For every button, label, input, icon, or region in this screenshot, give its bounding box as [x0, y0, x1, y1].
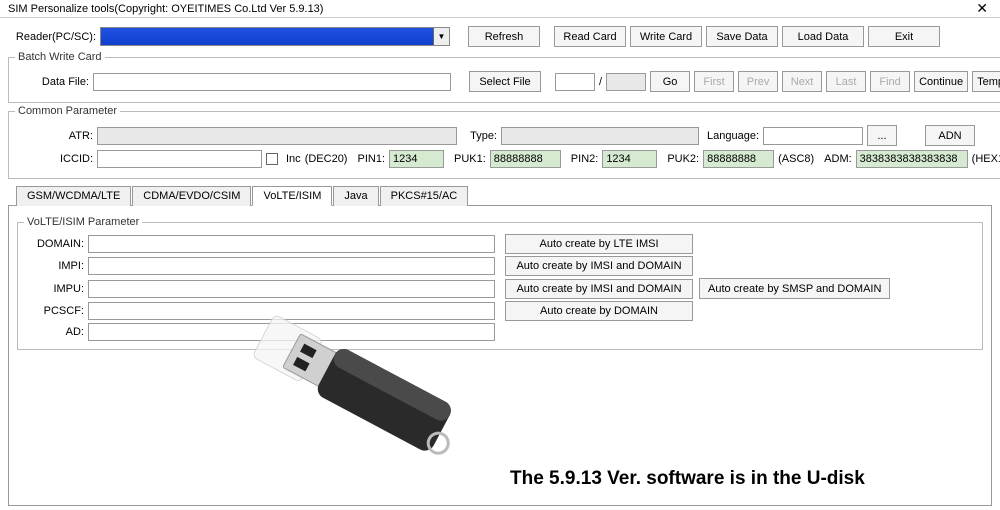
auto-domain-button[interactable]: Auto create by DOMAIN — [505, 301, 693, 321]
tab-gsm[interactable]: GSM/WCDMA/LTE — [16, 186, 131, 206]
type-label: Type: — [461, 130, 497, 142]
template-button[interactable]: Template — [972, 71, 1000, 92]
tab-bar: GSM/WCDMA/LTE CDMA/EVDO/CSIM VoLTE/ISIM … — [8, 185, 992, 206]
first-button[interactable]: First — [694, 71, 734, 92]
impi-label: IMPI: — [24, 260, 84, 272]
adm-input[interactable] — [856, 150, 968, 168]
ad-label: AD: — [24, 326, 84, 338]
write-card-button[interactable]: Write Card — [630, 26, 702, 47]
dropdown-arrow-icon[interactable]: ▼ — [433, 28, 449, 45]
load-data-button[interactable]: Load Data — [782, 26, 864, 47]
batch-legend: Batch Write Card — [15, 51, 105, 63]
volte-legend: VoLTE/ISIM Parameter — [24, 216, 142, 228]
inc-label: Inc — [286, 153, 301, 165]
tab-java[interactable]: Java — [333, 186, 378, 206]
common-legend: Common Parameter — [15, 105, 120, 117]
volte-fieldset: VoLTE/ISIM Parameter DOMAIN: Auto create… — [17, 216, 983, 350]
iccid-label: ICCID: — [15, 153, 93, 165]
pcscf-label: PCSCF: — [24, 305, 84, 317]
batch-write-fieldset: Batch Write Card Data File: Select File … — [8, 51, 1000, 103]
pin2-input[interactable] — [602, 150, 657, 168]
prev-button[interactable]: Prev — [738, 71, 778, 92]
domain-input[interactable] — [88, 235, 495, 253]
exit-button[interactable]: Exit — [868, 26, 940, 47]
adn-button[interactable]: ADN — [925, 125, 975, 146]
tab-pkcs[interactable]: PKCS#15/AC — [380, 186, 469, 206]
atr-input — [97, 127, 457, 145]
data-file-input[interactable] — [93, 73, 451, 91]
window-title: SIM Personalize tools(Copyright: OYEITIM… — [8, 3, 323, 15]
pin1-label: PIN1: — [357, 153, 385, 165]
last-button[interactable]: Last — [826, 71, 866, 92]
inc-checkbox[interactable] — [266, 153, 278, 165]
impu-input[interactable] — [88, 280, 495, 298]
dec20-label: (DEC20) — [305, 153, 348, 165]
asc8-label: (ASC8) — [778, 153, 814, 165]
iccid-input[interactable] — [97, 150, 262, 168]
puk1-input[interactable] — [490, 150, 561, 168]
usb-caption: The 5.9.13 Ver. software is in the U-dis… — [510, 468, 865, 490]
impu-label: IMPU: — [24, 283, 84, 295]
read-card-button[interactable]: Read Card — [554, 26, 626, 47]
page-total-input — [606, 73, 646, 91]
go-button[interactable]: Go — [650, 71, 690, 92]
tab-content: VoLTE/ISIM Parameter DOMAIN: Auto create… — [8, 206, 992, 506]
refresh-button[interactable]: Refresh — [468, 26, 540, 47]
language-label: Language: — [707, 130, 759, 142]
continue-button[interactable]: Continue — [914, 71, 968, 92]
auto-imsi-domain2-button[interactable]: Auto create by IMSI and DOMAIN — [505, 279, 693, 299]
auto-smsp-button[interactable]: Auto create by SMSP and DOMAIN — [699, 278, 890, 299]
reader-dropdown[interactable]: ▼ — [100, 27, 450, 46]
save-data-button[interactable]: Save Data — [706, 26, 778, 47]
reader-label: Reader(PC/SC): — [8, 31, 96, 43]
type-input — [501, 127, 699, 145]
impi-input[interactable] — [88, 257, 495, 275]
puk2-label: PUK2: — [667, 153, 699, 165]
page-input[interactable] — [555, 73, 595, 91]
page-separator: / — [599, 76, 602, 88]
auto-imsi-domain-button[interactable]: Auto create by IMSI and DOMAIN — [505, 256, 693, 276]
pin2-label: PIN2: — [571, 153, 599, 165]
next-button[interactable]: Next — [782, 71, 822, 92]
auto-lte-button[interactable]: Auto create by LTE IMSI — [505, 234, 693, 254]
language-input[interactable] — [763, 127, 863, 145]
common-param-fieldset: Common Parameter ATR: Type: Language: ..… — [8, 105, 1000, 179]
data-file-label: Data File: — [15, 76, 89, 88]
tab-cdma[interactable]: CDMA/EVDO/CSIM — [132, 186, 251, 206]
puk1-label: PUK1: — [454, 153, 486, 165]
atr-label: ATR: — [15, 130, 93, 142]
domain-label: DOMAIN: — [24, 238, 84, 250]
find-button[interactable]: Find — [870, 71, 910, 92]
puk2-input[interactable] — [703, 150, 774, 168]
pin1-input[interactable] — [389, 150, 444, 168]
close-icon[interactable]: ✕ — [972, 0, 992, 17]
tab-volte[interactable]: VoLTE/ISIM — [252, 186, 332, 206]
select-file-button[interactable]: Select File — [469, 71, 541, 92]
hex168-label: (HEX16/8) — [972, 153, 1000, 165]
adm-label: ADM: — [824, 153, 852, 165]
usb-drive-icon — [230, 298, 490, 478]
language-browse-button[interactable]: ... — [867, 125, 897, 146]
